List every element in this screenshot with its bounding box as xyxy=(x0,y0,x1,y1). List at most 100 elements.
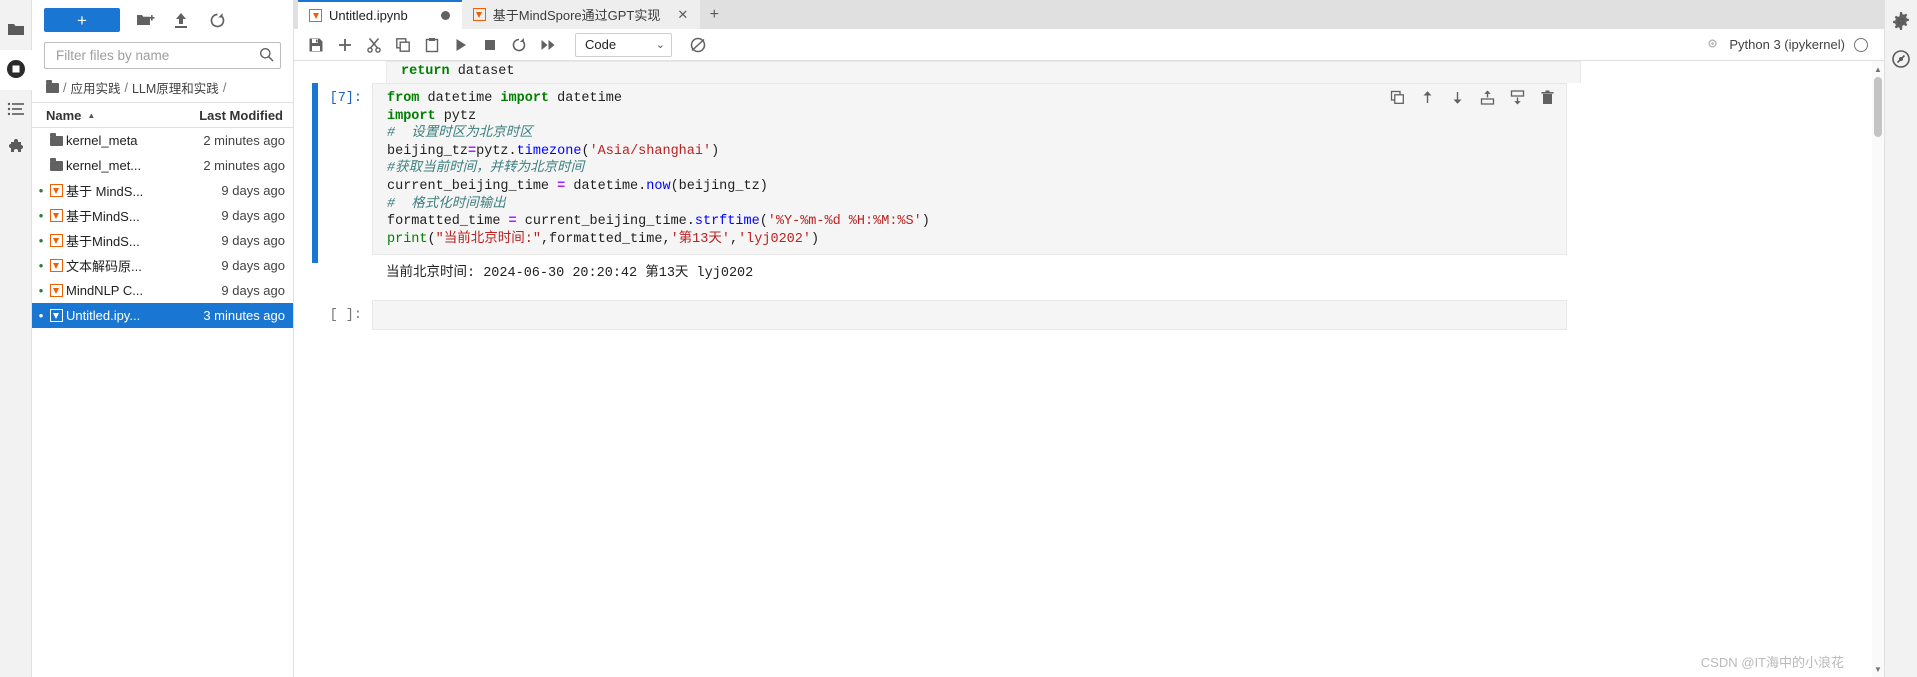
notebook-icon xyxy=(46,259,66,272)
column-header-name-label: Name xyxy=(46,107,82,123)
breadcrumb-separator-2: / xyxy=(222,80,227,95)
breadcrumb-part-0[interactable]: 应用实践 xyxy=(70,78,120,97)
cell-type-select[interactable]: Code ⌄ xyxy=(575,32,672,57)
kernel-status-idle-icon[interactable] xyxy=(1854,37,1868,52)
sidebar-item-table-of-contents[interactable] xyxy=(0,90,32,130)
file-last-modified: 9 days ago xyxy=(221,233,285,248)
file-last-modified: 9 days ago xyxy=(221,283,285,298)
new-tab-button[interactable]: + xyxy=(700,0,728,29)
code-line: # 设置时区为北京时区 xyxy=(387,125,1556,143)
notebook-icon xyxy=(46,284,66,297)
search-input[interactable] xyxy=(54,47,259,64)
scrollbar-thumb[interactable] xyxy=(1874,77,1882,137)
cell-prompt: [7]: xyxy=(329,91,362,106)
code-token: 'Asia/shanghai' xyxy=(589,143,712,159)
code-token: #获取当前时间，并转为北京时间 xyxy=(387,161,585,177)
scroll-down-arrow-icon[interactable]: ▼ xyxy=(1872,663,1884,675)
insert-cell-above-icon[interactable] xyxy=(1479,89,1496,106)
notebook-icon xyxy=(309,9,322,22)
code-token: timezone xyxy=(516,143,582,159)
file-list-header: Name ▲ Last Modified xyxy=(32,102,293,128)
column-header-name[interactable]: Name ▲ xyxy=(46,108,183,123)
cell-row: [7]: from datetime import datetime import … xyxy=(298,83,1884,263)
code-line: beijing_tz=pytz.timezone('Asia/shanghai'… xyxy=(387,143,1556,161)
kernel-name-label[interactable]: Python 3 (ipykernel) xyxy=(1729,37,1845,52)
code-token: "当前北京时间:" xyxy=(435,231,541,247)
jupyterlab-window: + / 应用实践 / LLM原理和实践 / xyxy=(0,0,1917,677)
upload-icon[interactable] xyxy=(170,9,192,31)
file-filter-box[interactable] xyxy=(44,42,281,69)
code-line: print("当前北京时间:",formatted_time,'第13天','l… xyxy=(387,231,1556,249)
chevron-down-icon: ⌄ xyxy=(655,39,665,51)
file-browser-toolbar: + xyxy=(32,0,293,40)
file-list-item[interactable]: • MindNLP C... 9 days ago xyxy=(32,278,293,303)
sidebar-item-running-terminals[interactable] xyxy=(0,50,32,90)
run-cell-button[interactable] xyxy=(447,31,474,58)
file-list-item[interactable]: • 基于 MindS... 9 days ago xyxy=(32,178,293,203)
breadcrumb-part-1[interactable]: LLM原理和实践 xyxy=(132,78,219,97)
tab-notebook-1[interactable]: 基于MindSpore通过GPT实现 ✕ xyxy=(461,0,701,29)
code-line: #获取当前时间，并转为北京时间 xyxy=(387,160,1556,178)
file-last-modified: 2 minutes ago xyxy=(203,158,285,173)
new-folder-icon[interactable] xyxy=(134,9,156,31)
cell-prompt: [ ]: xyxy=(329,308,362,324)
notebook-icon xyxy=(46,234,66,247)
code-token: formatted_time xyxy=(387,214,509,230)
notebook-icon xyxy=(472,8,486,21)
file-name: kernel_meta xyxy=(66,133,138,148)
file-list-item[interactable]: • 基于MindS... 9 days ago xyxy=(32,228,293,253)
sidebar-item-extension-manager[interactable] xyxy=(0,130,32,170)
insert-cell-below-icon[interactable] xyxy=(1509,89,1526,106)
settings-gear-icon[interactable] xyxy=(1888,8,1914,34)
file-list-item[interactable]: kernel_meta 2 minutes ago xyxy=(32,128,293,153)
code-token: ( xyxy=(759,214,768,230)
restart-run-all-button[interactable] xyxy=(534,31,561,58)
move-cell-up-icon[interactable] xyxy=(1419,89,1436,106)
breadcrumb[interactable]: / 应用实践 / LLM原理和实践 / xyxy=(32,75,293,102)
insert-cell-button[interactable] xyxy=(331,31,358,58)
file-list-item[interactable]: • 文本解码原... 9 days ago xyxy=(32,253,293,278)
running-indicator-dot: • xyxy=(38,283,44,298)
tab-untitled[interactable]: Untitled.ipynb xyxy=(298,0,462,29)
activity-bar xyxy=(0,0,32,677)
notebook-cell[interactable]: [7]: from datetime import datetime import … xyxy=(298,83,1884,287)
scroll-up-arrow-icon[interactable]: ▲ xyxy=(1872,63,1884,75)
unsaved-changes-dot[interactable] xyxy=(440,11,450,20)
file-list-item[interactable]: • 基于MindS... 9 days ago xyxy=(32,203,293,228)
duplicate-cell-icon[interactable] xyxy=(1389,89,1406,106)
delete-cell-icon[interactable] xyxy=(1539,89,1556,106)
move-cell-down-icon[interactable] xyxy=(1449,89,1466,106)
new-launcher-button[interactable]: + xyxy=(44,8,120,32)
refresh-icon[interactable] xyxy=(206,9,228,31)
code-line: # 格式化时间输出 xyxy=(387,196,1556,214)
debugger-icon[interactable] xyxy=(1888,46,1914,72)
file-list-item[interactable]: kernel_met... 2 minutes ago xyxy=(32,153,293,178)
save-button[interactable] xyxy=(302,31,329,58)
right-sidebar xyxy=(1884,0,1917,677)
file-filter-wrap xyxy=(32,40,293,75)
copy-cell-button[interactable] xyxy=(389,31,416,58)
loop-icon[interactable] xyxy=(684,31,711,58)
file-last-modified: 9 days ago xyxy=(221,208,285,223)
breadcrumb-separator-0: / xyxy=(63,80,67,95)
search-icon xyxy=(259,47,274,65)
restart-kernel-button[interactable] xyxy=(505,31,532,58)
file-list-item[interactable]: • Untitled.ipy... 3 minutes ago xyxy=(32,303,293,328)
watermark: CSDN @IT海中的小浪花 xyxy=(1700,655,1844,670)
notebook-cell[interactable]: [ ]: xyxy=(298,300,1884,331)
interrupt-kernel-button[interactable] xyxy=(476,31,503,58)
tab-bar: Untitled.ipynb 基于MindSpore通过GPT实现 ✕ + xyxy=(294,0,1884,29)
cell-input-area[interactable]: from datetime import datetime import pytz… xyxy=(372,83,1567,256)
cell-input-area[interactable] xyxy=(372,300,1567,331)
close-icon[interactable]: ✕ xyxy=(677,7,688,23)
paste-cell-button[interactable] xyxy=(418,31,445,58)
main-area: Untitled.ipynb 基于MindSpore通过GPT实现 ✕ + Co… xyxy=(294,0,1884,677)
cut-cell-button[interactable] xyxy=(360,31,387,58)
column-header-last-modified[interactable]: Last Modified xyxy=(183,108,293,123)
sidebar-item-file-browser[interactable] xyxy=(0,10,32,50)
cell-row: [ ]: xyxy=(298,300,1884,331)
code-token: , xyxy=(729,231,739,247)
code-token: datetime xyxy=(419,91,501,106)
file-last-modified: 9 days ago xyxy=(221,183,285,198)
vertical-scrollbar[interactable]: ▲ ▼ xyxy=(1872,61,1884,677)
